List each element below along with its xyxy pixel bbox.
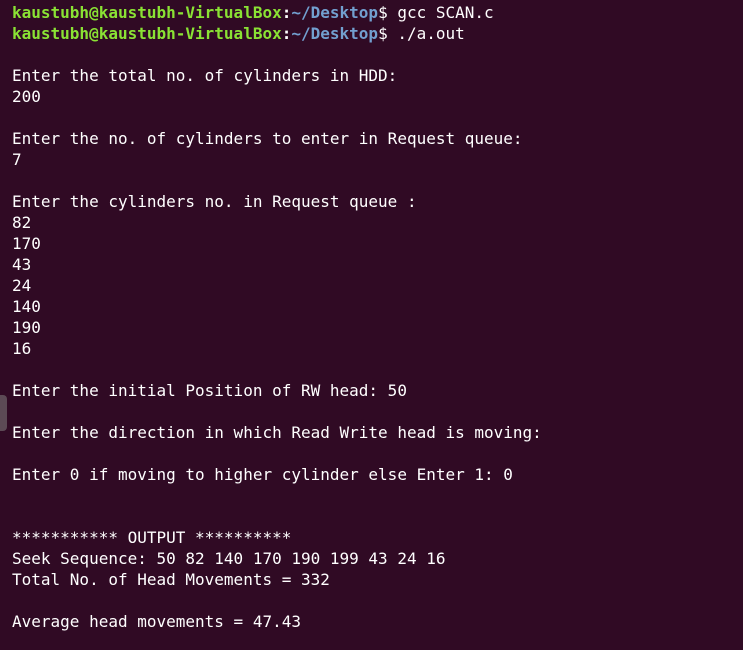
question-request-count: Enter the no. of cylinders to enter in R… (12, 129, 523, 148)
prompt-user: kaustubh@kaustubh-VirtualBox (12, 3, 282, 22)
total-head-movements: Total No. of Head Movements = 332 (12, 570, 330, 589)
question-request-queue: Enter the cylinders no. in Request queue… (12, 192, 417, 211)
question-total-cylinders: Enter the total no. of cylinders in HDD: (12, 66, 398, 85)
question-initial-position: Enter the initial Position of RW head: 5… (12, 381, 407, 400)
prompt-path: ~/Desktop (291, 3, 379, 22)
prompt-line: kaustubh@kaustubh-VirtualBox:~/Desktop$ … (12, 24, 465, 43)
prompt-line: kaustubh@kaustubh-VirtualBox:~/Desktop$ … (12, 3, 494, 22)
prompt-symbol: $ (378, 24, 388, 43)
queue-item: 16 (12, 339, 32, 358)
prompt-user: kaustubh@kaustubh-VirtualBox (12, 24, 282, 43)
queue-item: 43 (12, 255, 32, 274)
queue-item: 24 (12, 276, 32, 295)
answer-total-cylinders: 200 (12, 87, 41, 106)
scrollbar-handle[interactable] (0, 395, 7, 431)
queue-item: 140 (12, 297, 41, 316)
output-banner: *********** OUTPUT ********** (12, 528, 292, 547)
queue-item: 82 (12, 213, 32, 232)
command-text: ./a.out (397, 24, 465, 43)
prompt-path: ~/Desktop (291, 24, 379, 43)
command-text: gcc SCAN.c (397, 3, 494, 22)
prompt-symbol: $ (378, 3, 388, 22)
question-direction-choice: Enter 0 if moving to higher cylinder els… (12, 465, 513, 484)
answer-request-count: 7 (12, 150, 22, 169)
average-head-movements: Average head movements = 47.43 (12, 612, 301, 631)
terminal-output[interactable]: kaustubh@kaustubh-VirtualBox:~/Desktop$ … (12, 2, 743, 650)
question-direction: Enter the direction in which Read Write … (12, 423, 542, 442)
seek-sequence: Seek Sequence: 50 82 140 170 190 199 43 … (12, 549, 446, 568)
queue-item: 170 (12, 234, 41, 253)
queue-item: 190 (12, 318, 41, 337)
